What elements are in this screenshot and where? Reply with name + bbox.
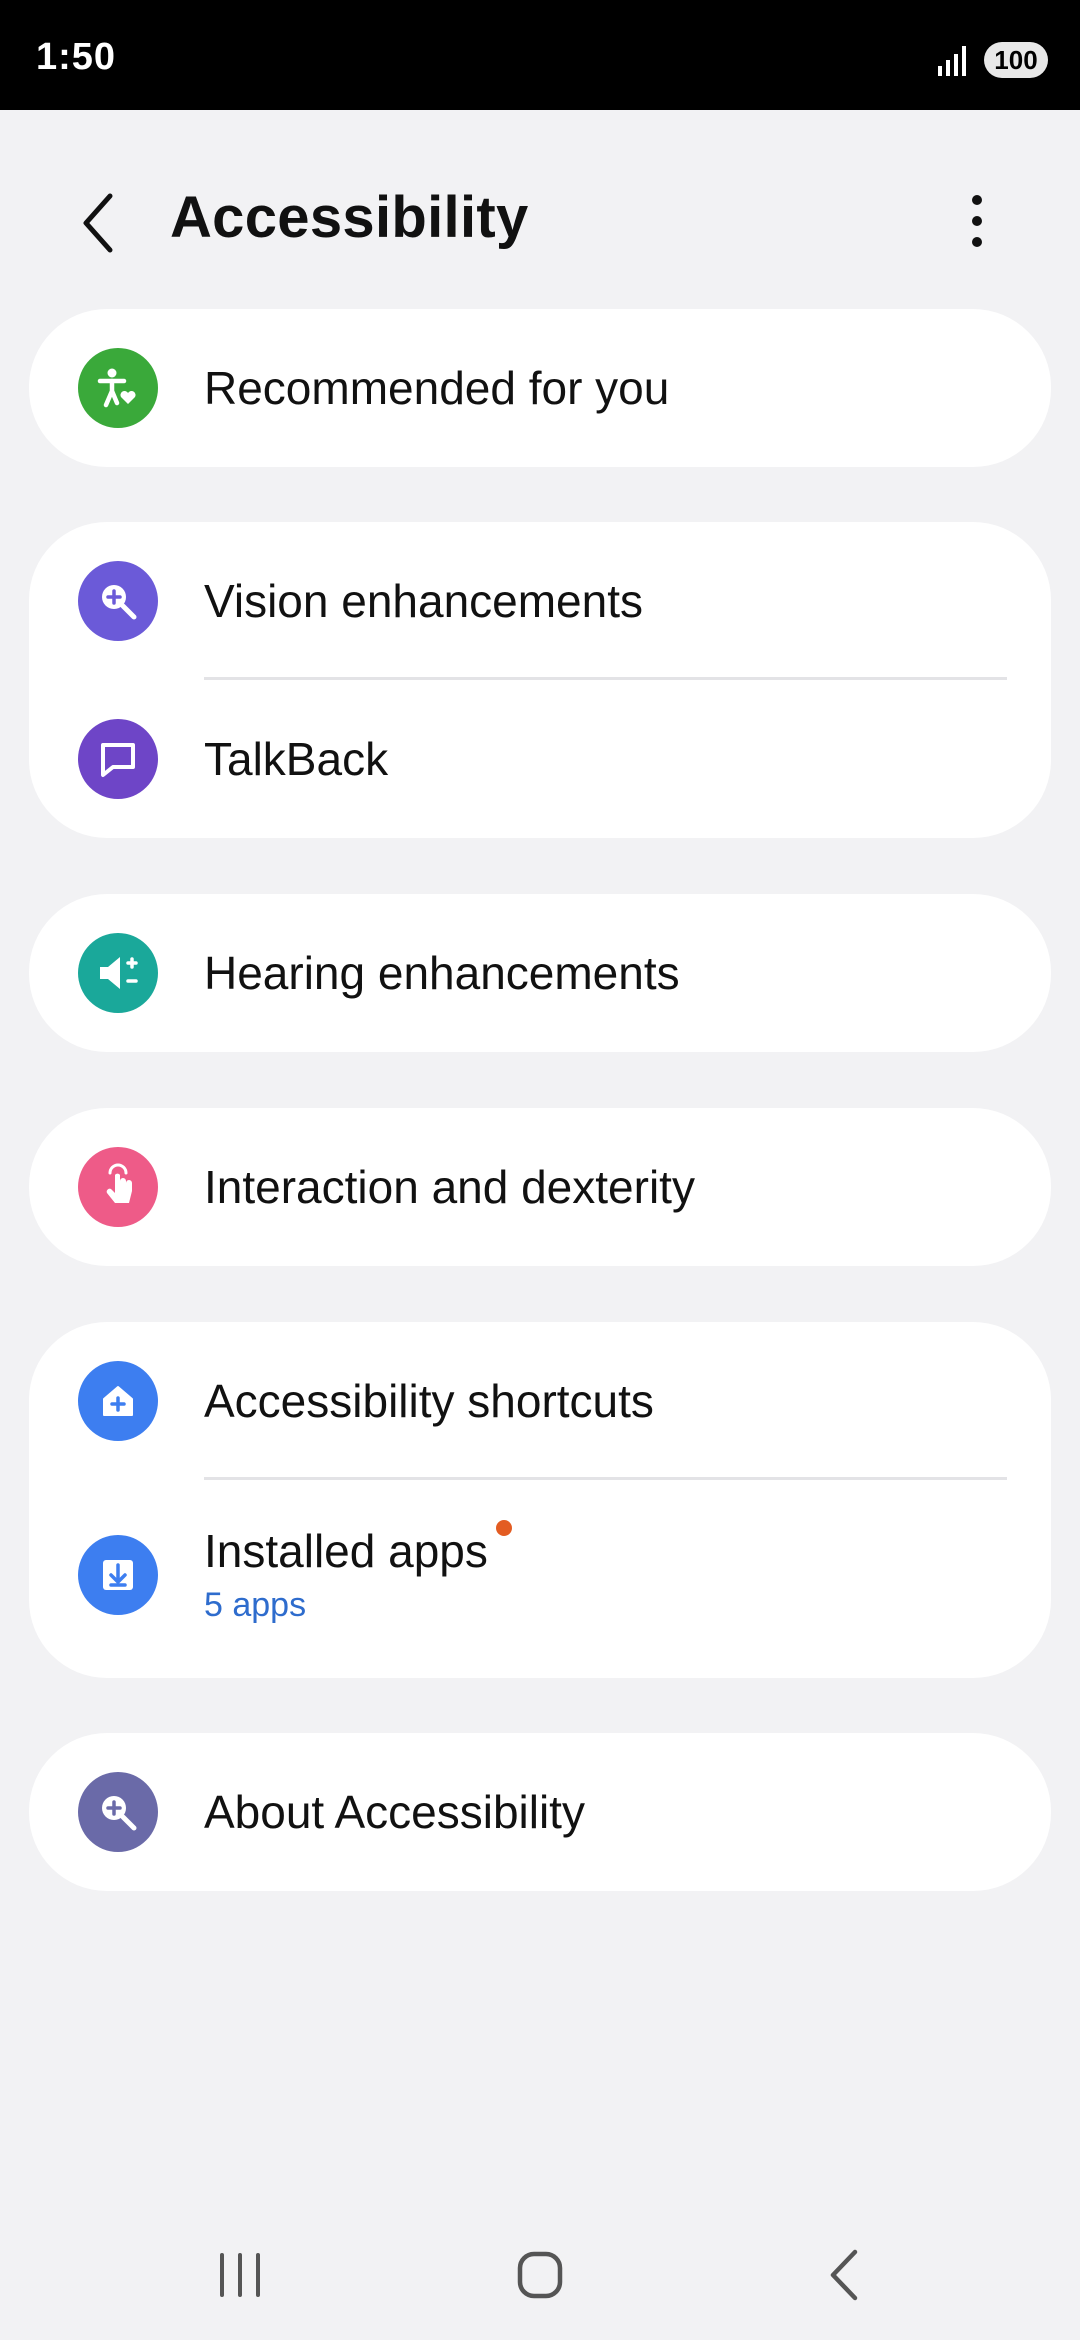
page-title: Accessibility <box>170 185 529 250</box>
accessibility-person-icon <box>78 348 158 428</box>
item-label: TalkBack <box>204 733 389 785</box>
card-interaction: Interaction and dexterity <box>29 1108 1051 1266</box>
card-hearing: Hearing enhancements <box>29 894 1051 1052</box>
item-label: About Accessibility <box>204 1786 585 1838</box>
home-icon[interactable] <box>500 2240 580 2310</box>
speaker-plus-minus-icon <box>78 933 158 1013</box>
item-label: Vision enhancements <box>204 575 643 627</box>
back-arrow-icon[interactable] <box>70 188 130 258</box>
chat-bubble-icon <box>78 719 158 799</box>
status-time: 1:50 <box>36 36 117 78</box>
signal-icon <box>938 46 966 76</box>
card-shortcuts: Accessibility shortcuts Installed apps 5… <box>29 1322 1051 1678</box>
magnifier-plus-icon <box>78 1772 158 1852</box>
item-label: Recommended for you <box>204 362 670 414</box>
interaction-and-dexterity-item[interactable]: Interaction and dexterity <box>29 1108 1051 1266</box>
item-label: Installed apps <box>204 1520 512 1578</box>
recent-apps-icon[interactable] <box>200 2240 280 2310</box>
talkback-item[interactable]: TalkBack <box>29 680 1051 838</box>
status-bar: 1:50 100 <box>0 0 1080 110</box>
hearing-enhancements-item[interactable]: Hearing enhancements <box>29 894 1051 1052</box>
magnifier-plus-icon <box>78 561 158 641</box>
download-icon <box>78 1535 158 1615</box>
hand-pointer-icon <box>78 1147 158 1227</box>
back-icon[interactable] <box>805 2240 885 2310</box>
installed-apps-label: Installed apps <box>204 1525 488 1577</box>
item-label: Accessibility shortcuts <box>204 1375 654 1427</box>
new-badge-dot <box>495 1520 512 1536</box>
item-label: Interaction and dexterity <box>204 1161 695 1213</box>
installed-apps-item[interactable]: Installed apps 5 apps <box>29 1480 1051 1678</box>
accessibility-shortcuts-item[interactable]: Accessibility shortcuts <box>29 1322 1051 1480</box>
battery-indicator: 100 <box>984 42 1048 78</box>
more-options-icon[interactable] <box>955 188 999 254</box>
about-accessibility-item[interactable]: About Accessibility <box>29 1733 1051 1891</box>
vision-enhancements-item[interactable]: Vision enhancements <box>29 522 1051 680</box>
card-recommended: Recommended for you <box>29 309 1051 467</box>
card-about: About Accessibility <box>29 1733 1051 1891</box>
card-vision: Vision enhancements TalkBack <box>29 522 1051 838</box>
home-plus-icon <box>78 1361 158 1441</box>
app-bar: Accessibility <box>0 110 1080 310</box>
item-label: Hearing enhancements <box>204 947 680 999</box>
installed-apps-labels: Installed apps 5 apps <box>204 1520 512 1625</box>
recommended-for-you-item[interactable]: Recommended for you <box>29 309 1051 467</box>
installed-apps-count: 5 apps <box>204 1586 307 1624</box>
navigation-bar <box>0 2220 1080 2340</box>
